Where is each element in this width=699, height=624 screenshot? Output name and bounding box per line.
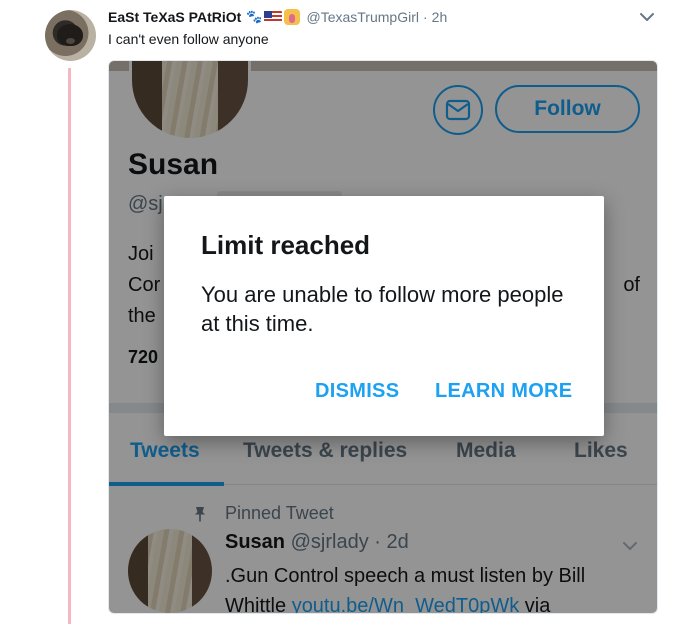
separator: · — [422, 9, 428, 25]
attached-screenshot[interactable]: Follow Susan @sj Joi Cor of the 720 Twee… — [108, 60, 658, 614]
timestamp[interactable]: 2h — [432, 9, 448, 25]
thread-line — [68, 68, 71, 624]
avatar[interactable] — [45, 10, 96, 61]
dog-nose-shape — [66, 38, 75, 44]
tweet-header: EaSt TeXaS PAtRiOt 🐾 @TexasTrumpGirl · 2… — [108, 7, 447, 27]
learn-more-button: LEARN MORE — [435, 380, 573, 402]
paw-prints-icon: 🐾 — [246, 9, 263, 24]
name-emojis: 🐾 — [246, 9, 301, 25]
limit-dialog: Limit reached You are unable to follow m… — [164, 196, 604, 436]
us-flag-icon — [264, 11, 283, 23]
chevron-down-icon[interactable] — [638, 9, 656, 25]
dialog-title: Limit reached — [201, 230, 371, 260]
handle[interactable]: @TexasTrumpGirl — [306, 9, 419, 25]
dismiss-button: DISMISS — [315, 380, 400, 402]
woman-raising-hand-icon — [284, 9, 301, 25]
tweet-text: I can't even follow anyone — [108, 31, 269, 47]
display-name[interactable]: EaSt TeXaS PAtRiOt — [108, 9, 241, 25]
dialog-body: You are unable to follow more people at … — [201, 282, 564, 336]
